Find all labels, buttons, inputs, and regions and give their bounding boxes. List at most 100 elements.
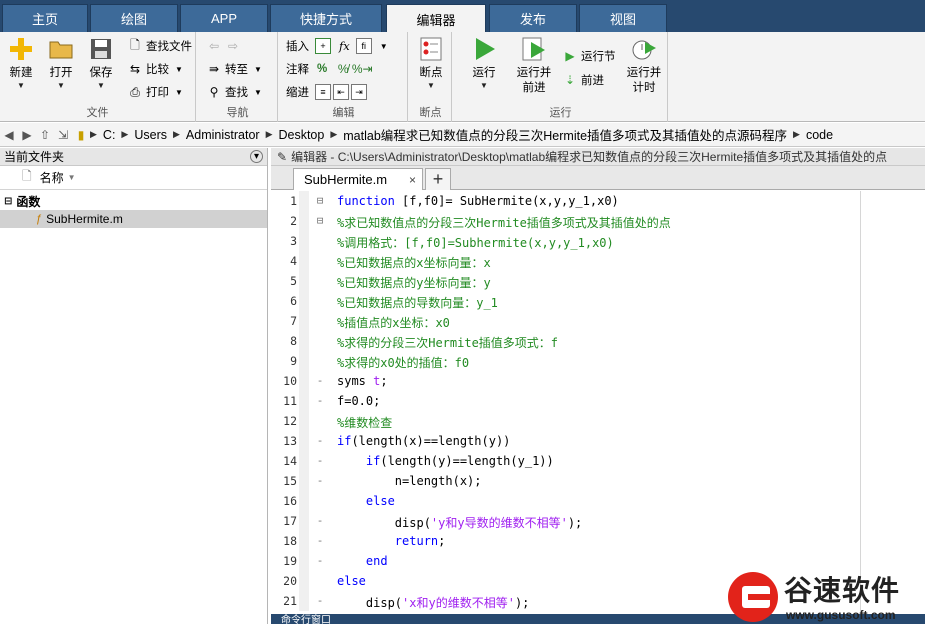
- breakpoint-gutter[interactable]: [299, 191, 309, 611]
- watermark-logo: [728, 572, 778, 622]
- tab-publish[interactable]: 发布: [489, 4, 577, 32]
- run-button[interactable]: 运行 ▼: [466, 36, 502, 91]
- comment-button[interactable]: 注释 % %̸ %⇥: [286, 59, 373, 79]
- tab-home[interactable]: 主页: [2, 4, 88, 32]
- code-line[interactable]: return;: [337, 534, 446, 548]
- tab-plots[interactable]: 绘图: [90, 4, 178, 32]
- run-section-button[interactable]: ▶ 运行节: [562, 46, 615, 66]
- find-button[interactable]: ⚲ 查找 ▼: [206, 82, 262, 102]
- code-line[interactable]: disp('x和y的维数不相等');: [337, 594, 530, 611]
- code-line[interactable]: syms t;: [337, 374, 388, 388]
- insert-function-icon[interactable]: fi: [355, 38, 372, 54]
- name-column-header[interactable]: 🗋 名称 ▼: [0, 166, 267, 190]
- line-number: 1: [290, 194, 297, 208]
- collapse-icon[interactable]: ⊟: [4, 196, 12, 207]
- code-line[interactable]: %已知数据点的导数向量：y_1: [337, 294, 498, 311]
- fold-icon[interactable]: ⊟: [313, 194, 327, 207]
- run-and-advance-button[interactable]: 运行并 前进: [514, 36, 554, 96]
- compare-button[interactable]: ⇆ 比较 ▼: [127, 59, 183, 79]
- open-button[interactable]: 打开 ▼: [43, 36, 79, 91]
- tab-view[interactable]: 视图: [579, 4, 667, 32]
- toolstrip-tabs: 主页 绘图 APP 快捷方式 编辑器 发布 视图: [0, 0, 925, 33]
- path-segment[interactable]: Desktop: [278, 128, 324, 142]
- code-line[interactable]: if(length(y)==length(y_1)): [337, 454, 554, 468]
- code-line[interactable]: %插值点的x坐标：x0: [337, 314, 450, 331]
- code-line[interactable]: %求得的x0处的插值：f0: [337, 354, 469, 371]
- uncomment-icon[interactable]: %̸: [335, 61, 351, 77]
- increase-indent-icon[interactable]: ⇥: [351, 84, 367, 100]
- breakpoints-button[interactable]: 断点 ▼: [413, 36, 449, 91]
- decrease-indent-icon[interactable]: ⇤: [333, 84, 349, 100]
- close-icon[interactable]: ×: [409, 173, 416, 187]
- comment-icon[interactable]: %: [317, 63, 327, 75]
- save-button[interactable]: 保存 ▼: [83, 36, 119, 91]
- navigate-section-label: 导航: [226, 107, 249, 119]
- watermark-url: www.gususoft.com: [786, 608, 896, 622]
- fold-icon[interactable]: ⊟: [313, 214, 327, 227]
- print-button[interactable]: ⎙ 打印 ▼: [127, 82, 183, 102]
- tab-editor[interactable]: 编辑器: [386, 4, 486, 33]
- back-icon[interactable]: ◀: [0, 128, 18, 142]
- path-separator[interactable]: ▶: [793, 129, 800, 140]
- group-header[interactable]: ⊟ 函数: [0, 192, 267, 210]
- insert-button[interactable]: 插入 + fx fi ▼: [286, 36, 388, 56]
- path-separator: ▶: [90, 129, 97, 139]
- file-type-icon: 🗋: [22, 169, 32, 183]
- path-segment[interactable]: Users: [134, 128, 167, 142]
- code-line[interactable]: %已知数据点的x坐标向量：x: [337, 254, 491, 271]
- up-folder-icon[interactable]: ⇧: [36, 128, 54, 142]
- code-line[interactable]: %调用格式：[f,f0]=Subhermite(x,y,y_1,x0): [337, 234, 614, 251]
- advance-button[interactable]: ⇣ 前进: [562, 70, 604, 90]
- find-files-button[interactable]: 🗋 查找文件: [127, 36, 192, 56]
- path-segment[interactable]: matlab编程求已知数值点的分段三次Hermite插值多项式及其插值处的点源码…: [343, 125, 787, 144]
- right-margin-line: [860, 191, 861, 611]
- line-number: 10: [283, 374, 297, 388]
- run-and-time-button[interactable]: 运行并 计时: [624, 36, 664, 96]
- wrap-comment-icon[interactable]: %⇥: [352, 61, 373, 77]
- new-tab-button[interactable]: +: [425, 168, 451, 190]
- code-line[interactable]: %已知数据点的y坐标向量：y: [337, 274, 491, 291]
- file-tab[interactable]: SubHermite.m ×: [293, 168, 423, 190]
- new-icon: [8, 36, 34, 62]
- line-number: 17: [283, 514, 297, 528]
- code-line[interactable]: n=length(x);: [337, 474, 482, 488]
- code-line[interactable]: function [f,f0]= SubHermite(x,y,y_1,x0): [337, 194, 619, 208]
- code-line[interactable]: f=0.0;: [337, 394, 380, 408]
- compare-icon: ⇆: [129, 62, 141, 76]
- path-separator[interactable]: ▶: [330, 129, 337, 140]
- breakpoints-icon: [418, 36, 444, 62]
- panel-menu-icon[interactable]: ▾: [250, 150, 263, 163]
- code-line[interactable]: else: [337, 574, 366, 588]
- indent-button[interactable]: 缩进 ≡ ⇤ ⇥: [286, 82, 369, 102]
- tab-apps[interactable]: APP: [180, 4, 268, 32]
- fx-icon[interactable]: fx: [339, 39, 350, 53]
- path-segment[interactable]: C:: [103, 128, 116, 142]
- editor-tabs: SubHermite.m × +: [271, 166, 925, 190]
- path-separator[interactable]: ▶: [173, 129, 180, 140]
- line-marker: -: [316, 474, 324, 487]
- advance-icon: ⇣: [564, 73, 576, 87]
- line-number: 21: [283, 594, 297, 608]
- path-separator[interactable]: ▶: [121, 129, 128, 140]
- forward-icon[interactable]: ▶: [18, 128, 36, 142]
- run-and-advance-icon: [521, 36, 547, 62]
- tab-shortcuts[interactable]: 快捷方式: [270, 4, 382, 32]
- smart-indent-icon[interactable]: ≡: [315, 84, 331, 100]
- code-area[interactable]: 1 ⊟ function [f,f0]= SubHermite(x,y,y_1,x0…: [271, 191, 925, 611]
- code-line[interactable]: %求得的分段三次Hermite插值多项式：f: [337, 334, 558, 351]
- code-line[interactable]: else: [337, 494, 395, 508]
- code-line[interactable]: if(length(x)==length(y)): [337, 434, 510, 448]
- code-line[interactable]: disp('y和y导数的维数不相等');: [337, 514, 582, 531]
- code-line[interactable]: end: [337, 554, 388, 568]
- path-separator[interactable]: ▶: [266, 129, 273, 140]
- path-segment[interactable]: code: [806, 128, 833, 142]
- code-line[interactable]: %求已知数值点的分段三次Hermite插值多项式及其插值处的点: [337, 214, 671, 231]
- back-forward-buttons[interactable]: ⇦ ⇨: [206, 36, 244, 56]
- path-segment[interactable]: Administrator: [186, 128, 260, 142]
- edit-section-label: 编辑: [332, 107, 355, 119]
- browse-folder-icon[interactable]: ⇲: [54, 128, 72, 142]
- goto-button[interactable]: ⇛ 转至 ▼: [206, 59, 262, 79]
- new-button[interactable]: 新建 ▼: [3, 36, 39, 91]
- code-line[interactable]: %维数检查: [337, 414, 392, 431]
- file-item[interactable]: ƒ SubHermite.m: [0, 210, 267, 228]
